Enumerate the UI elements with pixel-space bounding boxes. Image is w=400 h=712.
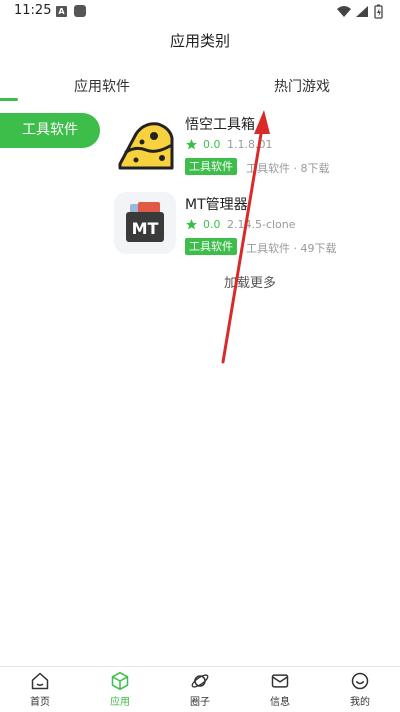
tab-hot-games[interactable]: 热门游戏 <box>274 76 330 96</box>
nav-label: 首页 <box>30 697 50 708</box>
nav-apps[interactable]: 应用 <box>90 671 150 711</box>
nav-home[interactable]: 首页 <box>10 671 70 711</box>
status-bar: 11:25 A <box>0 0 400 24</box>
load-more-button[interactable]: 加载更多 <box>224 272 276 291</box>
tab-apps[interactable]: 应用软件 <box>74 76 130 96</box>
nav-label: 我的 <box>350 697 370 708</box>
planet-icon <box>191 674 209 688</box>
mt-icon-text: MT <box>132 219 159 238</box>
star-icon <box>186 139 197 150</box>
status-indicators <box>336 4 388 20</box>
nav-circle[interactable]: 圈子 <box>170 671 230 711</box>
app-meta: 工具软件 · 8下载 <box>246 162 330 175</box>
notification-square-icon <box>74 5 86 17</box>
app-rating: 0.0 <box>203 218 221 231</box>
app-meta: 工具软件 · 49下载 <box>246 242 337 255</box>
app-list-item[interactable]: 悟空工具箱 0.0 1.1.8.01 工具软件 工具软件 · 8下载 <box>114 112 400 178</box>
bottom-navigation: 首页 应用 圈子 信息 我的 <box>0 666 400 712</box>
annotation-arrow <box>221 110 270 364</box>
nav-label: 信息 <box>270 697 290 708</box>
app-version: 2.14.5-clone <box>227 218 296 231</box>
nav-label: 应用 <box>110 697 130 708</box>
app-name: MT管理器 <box>185 197 248 213</box>
app-list-item[interactable]: MT MT管理器 0.0 2.14.5-clone 工具软件 工具软件 · 49… <box>114 192 400 258</box>
notification-a-icon: A <box>56 6 67 17</box>
app-name: 悟空工具箱 <box>185 117 255 133</box>
mt-manager-app-icon[interactable]: MT <box>114 192 176 254</box>
app-version: 1.1.8.01 <box>227 138 273 151</box>
signal-icon <box>356 6 368 17</box>
status-time: 11:25 <box>14 3 52 18</box>
page-title: 应用类别 <box>169 32 230 50</box>
nav-label: 圈子 <box>190 697 210 708</box>
cheese-app-icon[interactable] <box>114 112 176 174</box>
home-icon <box>31 672 49 690</box>
nav-profile[interactable]: 我的 <box>330 671 390 711</box>
profile-icon <box>351 672 369 690</box>
sidebar-item-tools[interactable]: 工具软件 <box>0 113 100 148</box>
category-tabs: 应用软件 热门游戏 <box>0 64 400 104</box>
nav-messages[interactable]: 信息 <box>250 671 310 711</box>
tab-active-indicator <box>0 98 18 101</box>
category-badge: 工具软件 <box>185 158 237 175</box>
category-badge: 工具软件 <box>185 238 237 255</box>
battery-icon <box>374 4 383 19</box>
mail-icon <box>271 674 289 688</box>
star-icon <box>186 219 197 230</box>
app-rating: 0.0 <box>203 138 221 151</box>
apps-cube-icon <box>111 671 129 691</box>
wifi-icon <box>337 6 351 17</box>
